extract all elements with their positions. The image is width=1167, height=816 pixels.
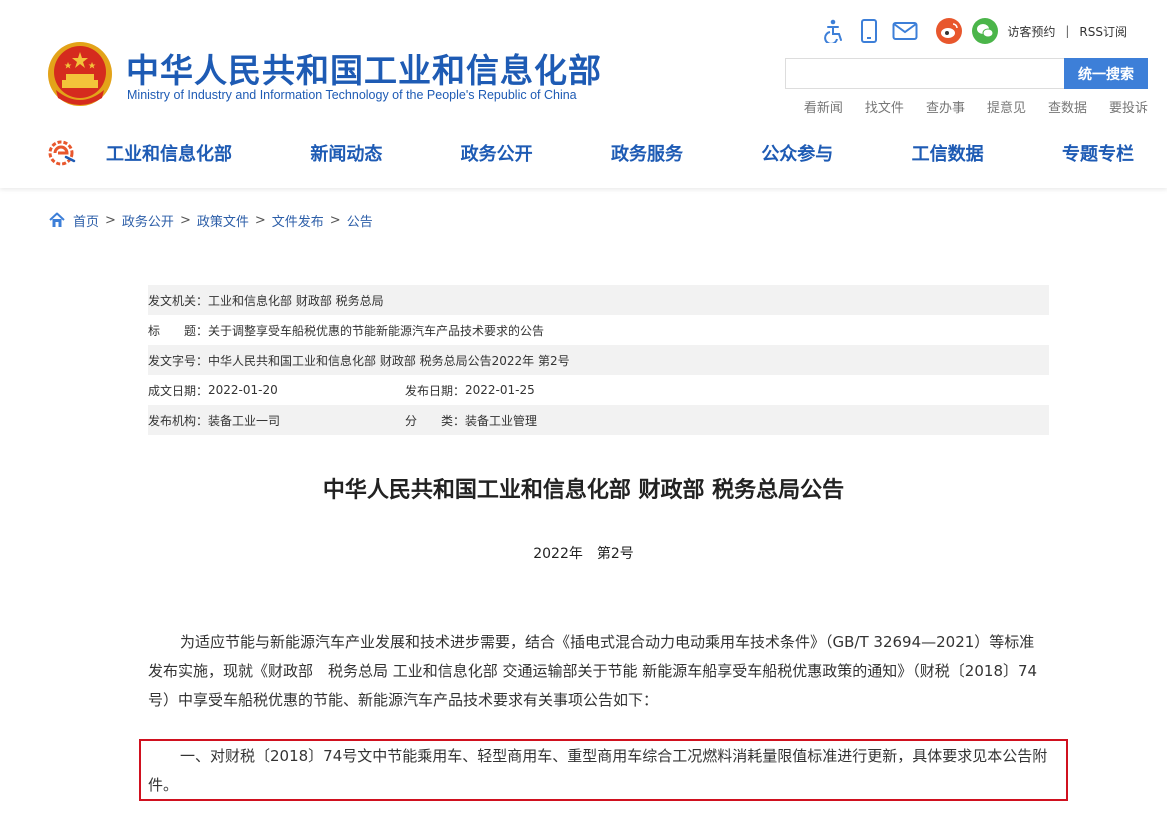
meta-category-value: 装备工业管理	[465, 412, 537, 429]
breadcrumb-announcement[interactable]: 公告	[347, 211, 373, 230]
meta-row-title: 标 题： 关于调整享受车船税优惠的节能新能源汽车产品技术要求的公告	[148, 315, 1049, 345]
main-nav: 工业和信息化部 新闻动态 政务公开 政务服务 公众参与 工信数据 专题专栏	[90, 138, 1150, 168]
meta-org-value: 装备工业一司	[208, 412, 280, 429]
meta-doc-number-value: 中华人民共和国工业和信息化部 财政部 税务总局公告2022年 第2号	[208, 352, 570, 369]
meta-row-org: 发布机构： 装备工业一司 分 类： 装备工业管理	[148, 405, 1049, 435]
breadcrumb-separator: >	[180, 213, 191, 228]
mail-icon[interactable]	[891, 17, 919, 45]
document-paragraph: 为适应节能与新能源汽车产业发展和技术进步需要，结合《插电式混合动力电动乘用车技术…	[148, 628, 1048, 715]
breadcrumb-separator: >	[330, 213, 341, 228]
meta-published-label: 发布日期：	[405, 382, 465, 399]
meta-published-value: 2022-01-25	[465, 383, 535, 397]
nav-item-news[interactable]: 新闻动态	[294, 140, 398, 166]
meta-issuer-value: 工业和信息化部 财政部 税务总局	[208, 292, 384, 309]
quick-link-files[interactable]: 找文件	[865, 97, 904, 116]
top-link-separator: |	[1065, 24, 1069, 38]
meta-category-label: 分 类：	[405, 412, 465, 429]
wechat-icon[interactable]	[971, 17, 999, 45]
home-icon[interactable]	[48, 211, 66, 229]
accessibility-icon[interactable]	[819, 17, 847, 45]
site-title-english: Ministry of Industry and Information Tec…	[127, 88, 577, 102]
meta-title-label: 标 题：	[148, 322, 208, 339]
breadcrumb: 首页 > 政务公开 > 政策文件 > 文件发布 > 公告	[48, 210, 373, 230]
nav-item-public-participation[interactable]: 公众参与	[745, 140, 849, 166]
meta-published-cell: 发布日期： 2022-01-25	[405, 382, 535, 399]
national-emblem-icon[interactable]	[46, 40, 114, 108]
document-number: 2022年 第2号	[0, 543, 1167, 563]
meta-row-dates: 成文日期： 2022-01-20 发布日期： 2022-01-25	[148, 375, 1049, 405]
nav-item-data[interactable]: 工信数据	[896, 140, 1000, 166]
breadcrumb-policy-files[interactable]: 政策文件	[197, 211, 249, 230]
weibo-icon[interactable]	[935, 17, 963, 45]
meta-org-label: 发布机构：	[148, 412, 208, 429]
search-button[interactable]: 统一搜索	[1064, 58, 1148, 89]
nav-item-miit[interactable]: 工业和信息化部	[90, 140, 248, 166]
site-header: 中华人民共和国工业和信息化部 Ministry of Industry and …	[0, 0, 1167, 188]
quick-link-services[interactable]: 查办事	[926, 97, 965, 116]
quick-link-news[interactable]: 看新闻	[804, 97, 843, 116]
breadcrumb-separator: >	[105, 213, 116, 228]
document-metadata: 发文机关： 工业和信息化部 财政部 税务总局 标 题： 关于调整享受车船税优惠的…	[148, 285, 1049, 435]
meta-created-value: 2022-01-20	[208, 383, 278, 397]
meta-created-label: 成文日期：	[148, 382, 208, 399]
breadcrumb-separator: >	[255, 213, 266, 228]
mobile-icon[interactable]	[855, 17, 883, 45]
quick-link-data[interactable]: 查数据	[1048, 97, 1087, 116]
search-input[interactable]	[785, 58, 1065, 89]
top-toolbar: 访客预约 | RSS订阅	[811, 16, 1127, 46]
meta-category-cell: 分 类： 装备工业管理	[405, 412, 537, 429]
quick-link-feedback[interactable]: 提意见	[987, 97, 1026, 116]
nav-item-gov-services[interactable]: 政务服务	[595, 140, 699, 166]
meta-created-cell: 成文日期： 2022-01-20	[148, 382, 405, 399]
meta-row-issuer: 发文机关： 工业和信息化部 财政部 税务总局	[148, 285, 1049, 315]
breadcrumb-gov-affairs[interactable]: 政务公开	[122, 211, 174, 230]
document-title: 中华人民共和国工业和信息化部 财政部 税务总局公告	[0, 472, 1167, 504]
quick-link-complaint[interactable]: 要投诉	[1109, 97, 1148, 116]
meta-title-value: 关于调整享受车船税优惠的节能新能源汽车产品技术要求的公告	[208, 322, 544, 339]
document-body: 为适应节能与新能源汽车产业发展和技术进步需要，结合《插电式混合动力电动乘用车技术…	[148, 628, 1048, 715]
meta-issuer-label: 发文机关：	[148, 292, 208, 309]
nav-item-gov-affairs[interactable]: 政务公开	[445, 140, 549, 166]
meta-doc-number-label: 发文字号：	[148, 352, 208, 369]
meta-row-doc-number: 发文字号： 中华人民共和国工业和信息化部 财政部 税务总局公告2022年 第2号	[148, 345, 1049, 375]
site-title[interactable]: 中华人民共和国工业和信息化部	[126, 44, 602, 92]
breadcrumb-home[interactable]: 首页	[73, 211, 99, 230]
quick-links: 看新闻 找文件 查办事 提意见 查数据 要投诉	[782, 97, 1148, 116]
breadcrumb-file-release[interactable]: 文件发布	[272, 211, 324, 230]
meta-org-cell: 发布机构： 装备工业一司	[148, 412, 405, 429]
miit-logo-icon[interactable]	[46, 138, 78, 168]
rss-link[interactable]: RSS订阅	[1079, 23, 1127, 40]
visitor-appointment-link[interactable]: 访客预约	[1007, 23, 1055, 40]
document-paragraph-highlighted: 一、对财税〔2018〕74号文中节能乘用车、轻型商用车、重型商用车综合工况燃料消…	[148, 742, 1053, 800]
nav-item-topics[interactable]: 专题专栏	[1046, 140, 1150, 166]
